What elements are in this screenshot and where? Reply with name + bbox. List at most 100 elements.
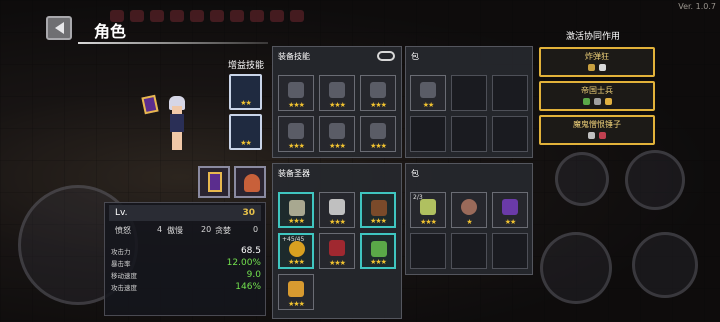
synergy-icons [541,132,653,139]
hero-face [172,106,182,114]
skill-slot[interactable]: ★★★ [360,116,396,152]
synergy-item-icon [593,98,601,105]
relic-bag-label: 包 [411,169,419,178]
trait-name: 傲慢 [167,226,183,235]
slot-stars: ★★ [504,218,517,226]
relic-branch-icon [371,200,387,216]
relic-slot[interactable]: ★★★ [278,192,314,228]
relic-slot[interactable]: +45/45 ★★★ [278,233,314,269]
back-arrow-icon [54,22,64,34]
bag-slot[interactable]: ★★ [410,75,446,111]
trait-name: 愤怒 [115,226,131,235]
skill-slot[interactable]: ★★★ [319,116,355,152]
spellbook-icon [208,172,222,192]
slot-stars: ★★★ [420,218,437,226]
equipped-skills-label: 装备技能 [278,52,310,61]
back-button[interactable] [46,16,72,40]
bag-slot-empty[interactable] [451,116,487,152]
bag-slot-empty[interactable] [492,233,528,269]
skill-slot[interactable]: ★★★ [319,75,355,111]
heart-icon [290,10,304,22]
relic-claw-icon [502,199,518,215]
pet-slot[interactable] [234,166,266,198]
stat-row: 暴击率 12.00% [111,257,261,269]
bag-slot-empty[interactable] [451,75,487,111]
stat-value: 12.00% [226,258,261,268]
slot-stars: ★★★ [288,217,305,225]
bag-slot-empty[interactable] [410,233,446,269]
trait-row: 愤怒 4 傲慢 20 贪婪 0 [109,225,261,239]
heart-icon [170,10,184,22]
stat-value: 68.5 [240,246,261,256]
trait-value: 20 [201,225,212,234]
relic-slot[interactable]: ★★★ [278,274,314,310]
slot-stars: ★★★ [329,142,346,150]
trait-value: 4 [157,225,163,234]
bonus-skill-slot[interactable]: ★★ [229,74,262,110]
relic-slot[interactable]: ★★★ [319,233,355,269]
bag-slot-empty[interactable] [410,116,446,152]
equipped-skills-panel: 装备技能 ★★★ ★★★ ★★★ ★★★ ★★★ ★★★ [272,46,402,158]
relic-potions-icon [420,199,436,215]
skill-icon [329,123,345,139]
relic-chest-icon [288,281,304,297]
weapon-spellbook-slot[interactable] [198,166,230,198]
slot-stars: ★★★ [329,218,346,226]
bag-slot[interactable]: 2/3 ★★★ [410,192,446,228]
synergy-card[interactable]: 魔鬼憎恨锤子 [539,115,655,145]
bag-slot-empty[interactable] [492,75,528,111]
relic-slot[interactable]: ★★★ [360,233,396,269]
skill-slot[interactable]: ★★★ [278,75,314,111]
synergy-item-icon [588,132,595,139]
equipped-relics-panel: 装备圣器 ★★★ ★★★ ★★★ +45/45 ★★★ ★★★ ★★★ ★★★ [272,163,402,319]
slot-stars: ★★ [422,101,435,109]
link-icon[interactable] [377,51,395,61]
heart-icon [270,10,284,22]
relic-slot[interactable]: ★★★ [319,192,355,228]
hero-body [170,114,184,132]
synergy-name: 帝国士兵 [581,86,613,95]
skill-icon [288,82,304,98]
bag-slot-empty[interactable] [451,233,487,269]
relic-slot[interactable]: ★★★ [360,192,396,228]
slot-stars: ★★★ [288,101,305,109]
level-label: Lv. [115,208,128,218]
slot-stars: ★★★ [329,259,346,267]
stat-label: 攻击速度 [111,284,137,292]
heart-icon [230,10,244,22]
relic-cross-icon [329,199,345,215]
bag-slot[interactable]: ★★ [492,192,528,228]
relic-demon-icon [329,240,345,256]
skill-icon [370,82,386,98]
slot-stars: ★★★ [370,142,387,150]
ghost-attack-button [540,232,612,304]
slot-stars: ★★ [240,139,252,147]
synergy-item-icon [588,64,595,71]
trait-name: 贪婪 [215,226,231,235]
relic-leaf-icon [371,241,387,257]
hero-legs [172,132,182,150]
bag-slot-empty[interactable] [492,116,528,152]
level-row: Lv. 30 [109,205,261,221]
synergy-card[interactable]: 炸弹狂 [539,47,655,77]
synergy-item-icon [599,132,606,139]
heart-icon [130,10,144,22]
synergy-card[interactable]: 帝国士兵 [539,81,655,111]
page-title: 角色 [94,22,127,41]
bonus-skill-slot[interactable]: ★★ [229,114,262,150]
version-label: Ver. 1.0.7 [678,2,716,11]
skill-bag-label: 包 [411,52,419,61]
skill-slot[interactable]: ★★★ [360,75,396,111]
synergy-item-icon [599,64,606,71]
stat-label: 攻击力 [111,248,131,256]
ghost-item-button [555,152,609,206]
synergy-title: 激活协同作用 [566,32,621,42]
synergy-icons [541,64,653,71]
slot-stars: ★★★ [370,217,387,225]
heart-icon [190,10,204,22]
bag-slot[interactable]: ★ [451,192,487,228]
synergy-name: 炸弹狂 [585,52,609,61]
stat-row: 攻击速度 146% [111,281,261,293]
stat-row: 攻击力 68.5 [111,245,261,257]
skill-slot[interactable]: ★★★ [278,116,314,152]
